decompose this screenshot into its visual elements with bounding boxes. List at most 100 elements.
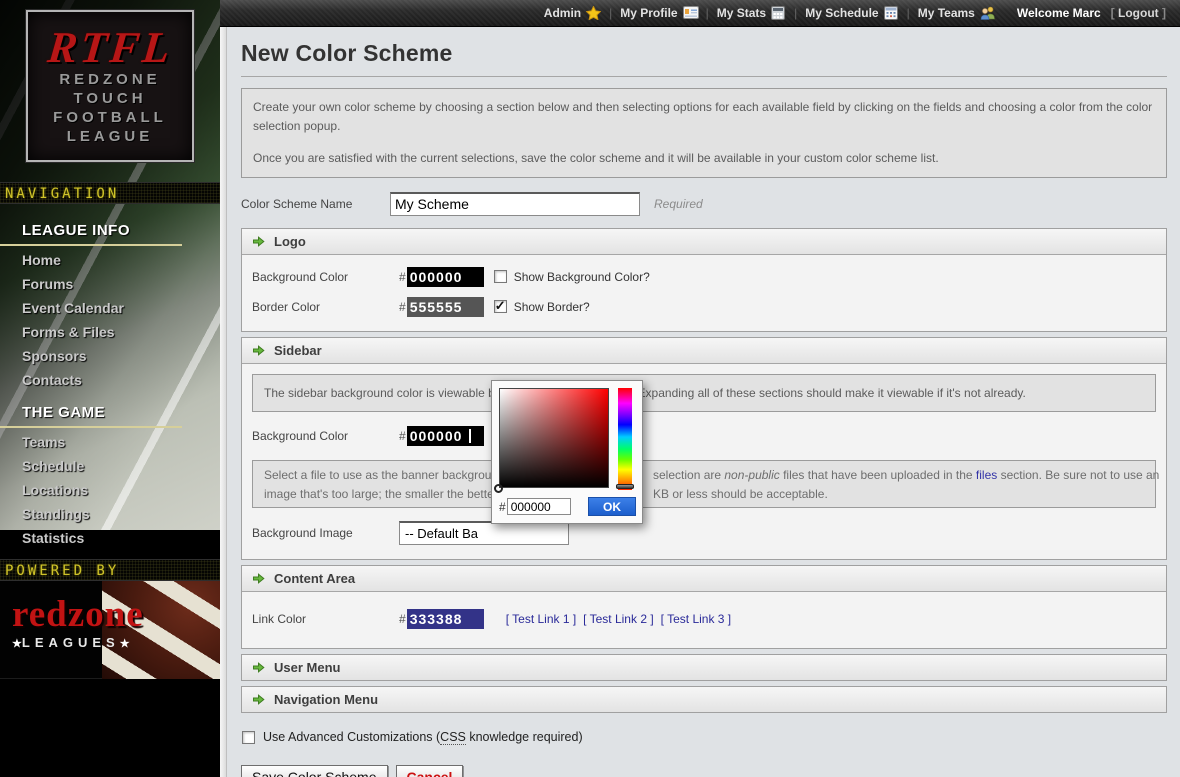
logo-border-color-label: Border Color [252,300,399,314]
intro-paragraph-1: Create your own color scheme by choosing… [253,98,1155,135]
section-sidebar-header[interactable]: Sidebar [242,338,1166,363]
topbar-my-teams-link[interactable]: My Teams [918,6,995,20]
color-picker-popup: # OK [491,380,643,524]
intro-paragraph-2: Once you are satisfied with the current … [253,149,1155,168]
picker-ok-button[interactable]: OK [588,497,636,516]
topbar-my-schedule-link[interactable]: My Schedule [805,6,898,20]
hue-slider-handle[interactable] [616,484,634,489]
sidebar-bg-note: The sidebar background color is viewable… [252,374,1156,413]
powered-by-led-strip: POWERED BY [0,559,220,581]
topbar-admin-link[interactable]: Admin [544,6,601,20]
section-user-menu-header[interactable]: User Menu [242,655,1166,680]
css-abbr: CSS [440,730,466,745]
text-caret [469,429,471,443]
logout-link[interactable]: Logout [1118,6,1159,20]
sidebar-item-standings[interactable]: Standings [22,502,182,526]
navigation-led-strip: NAVIGATION [0,182,220,204]
calendar-icon [884,6,899,20]
sidebar-content-divider [220,27,227,777]
league-logo-line: TOUCH [73,89,146,108]
section-user-menu-title: User Menu [274,660,340,675]
logo-bg-color-label: Background Color [252,270,399,284]
league-logo-acronym: RTFL [45,26,174,70]
sidebar-bg-color-field[interactable]: 000000 [407,426,484,446]
green-arrow-icon [252,344,265,357]
test-link-2[interactable]: [ Test Link 2 ] [583,612,653,626]
link-color-field[interactable]: 333388 [407,609,484,629]
star-icon: ★ [12,638,22,650]
sidebar-item-contacts[interactable]: Contacts [22,368,182,392]
brand-sub: ★LEAGUES★ [12,635,144,650]
test-links: [ Test Link 1 ] [ Test Link 2 ] [ Test L… [506,612,731,626]
topbar-my-stats-link[interactable]: My Stats [717,6,786,20]
picker-hex-input[interactable] [507,498,571,515]
vcard-icon [683,6,698,20]
sidebar-item-event-calendar[interactable]: Event Calendar [22,296,182,320]
league-logo-line: LEAGUE [67,127,154,146]
green-arrow-icon [252,572,265,585]
section-logo-header[interactable]: Logo [242,229,1166,254]
section-navigation-menu-header[interactable]: Navigation Menu [242,687,1166,712]
required-hint: Required [654,197,703,211]
show-border-label: Show Border? [514,300,590,314]
sidebar-item-forums[interactable]: Forums [22,272,182,296]
section-content-area-title: Content Area [274,571,355,586]
sidebar: RTFL REDZONE TOUCH FOOTBALL LEAGUE NAVIG… [0,0,220,777]
hue-bar[interactable] [618,388,632,490]
show-bg-color-label: Show Background Color? [514,270,650,284]
sidebar-bg-color-label: Background Color [252,429,399,443]
sidebar-item-sponsors[interactable]: Sponsors [22,344,182,368]
brand-name: redzone [12,597,144,633]
saturation-value-area[interactable] [499,388,609,488]
page-title: New Color Scheme [241,40,1167,67]
sidebar-item-home[interactable]: Home [22,248,182,272]
show-border-checkbox[interactable] [494,300,507,313]
redzone-leagues-logo: redzone ★LEAGUES★ [0,581,220,679]
intro-box: Create your own color scheme by choosing… [241,88,1167,178]
test-link-3[interactable]: [ Test Link 3 ] [661,612,731,626]
section-logo: Logo Background Color # 000000 Show Back… [241,228,1167,332]
group-icon [980,6,995,20]
bg-image-note: Select a file to use as the banner backg… [252,460,1156,508]
section-sidebar: Sidebar The sidebar background color is … [241,337,1167,561]
show-bg-color-checkbox[interactable] [494,270,507,283]
section-navigation-menu: Navigation Menu [241,686,1167,713]
logo-border-color-field[interactable]: 555555 [407,297,484,317]
main-content: New Color Scheme Create your own color s… [228,27,1180,777]
advanced-customizations-checkbox[interactable] [242,731,255,744]
topbar-my-profile-link[interactable]: My Profile [620,6,697,20]
welcome-user: Welcome Marc [1017,6,1101,20]
cancel-button[interactable]: Cancel [396,765,464,777]
sv-marker-icon[interactable] [494,484,503,493]
section-content-area: Content Area Link Color # 333388 [ Test … [241,565,1167,649]
section-logo-title: Logo [274,234,306,249]
sidebar-item-locations[interactable]: Locations [22,478,182,502]
section-navigation-menu-title: Navigation Menu [274,692,378,707]
calculator-icon [771,6,786,20]
nav-section-league-info: LEAGUE INFO [0,220,182,246]
league-logo-line: FOOTBALL [53,108,167,127]
scheme-name-input[interactable] [390,192,640,216]
section-content-area-header[interactable]: Content Area [242,566,1166,591]
topbar: Admin | My Profile | My Stats | My Sched… [220,0,1180,27]
bg-image-label: Background Image [252,526,399,540]
league-logo-line: REDZONE [59,70,160,89]
section-sidebar-title: Sidebar [274,343,322,358]
test-link-1[interactable]: [ Test Link 1 ] [506,612,576,626]
advanced-customizations-label: Use Advanced Customizations (CSS knowled… [263,730,583,744]
star-icon [586,6,601,20]
bg-image-select[interactable]: -- Default Ba [399,521,569,545]
green-arrow-icon [252,235,265,248]
sidebar-item-statistics[interactable]: Statistics [22,526,182,550]
logo-bg-color-field[interactable]: 000000 [407,267,484,287]
save-color-scheme-button[interactable]: Save Color Scheme [241,765,388,777]
scheme-name-label: Color Scheme Name [241,197,390,211]
section-user-menu: User Menu [241,654,1167,681]
green-arrow-icon [252,693,265,706]
star-icon: ★ [120,638,130,650]
sidebar-item-forms-files[interactable]: Forms & Files [22,320,182,344]
files-link[interactable]: files [976,468,997,482]
title-divider [241,76,1167,77]
sidebar-item-schedule[interactable]: Schedule [22,454,182,478]
sidebar-item-teams[interactable]: Teams [22,430,182,454]
